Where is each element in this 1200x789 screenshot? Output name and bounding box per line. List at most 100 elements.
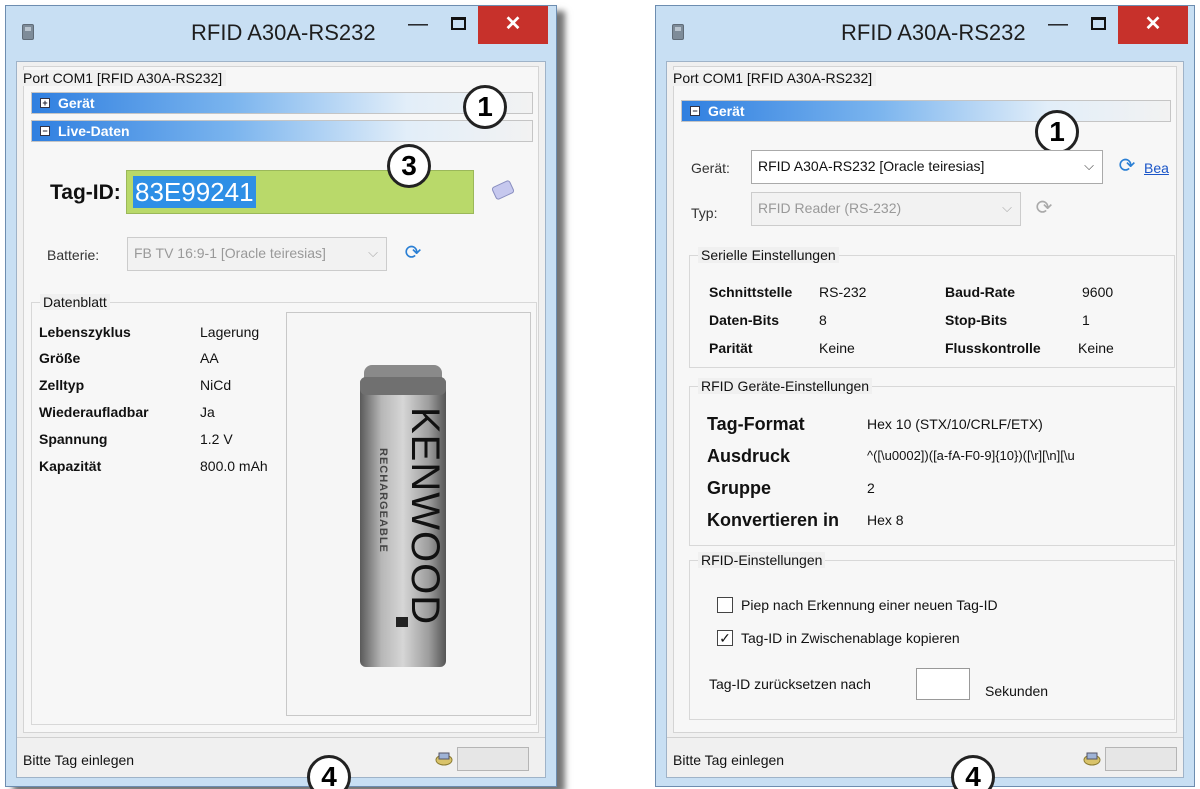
stop-bits-key: Stop-Bits — [945, 312, 1008, 328]
battery-image-panel: KENWOOD RECHARGEABLE — [286, 312, 531, 716]
daten-bits-key: Daten-Bits — [709, 312, 780, 328]
ausdruck-key: Ausdruck — [707, 446, 791, 466]
maximize-button[interactable] — [441, 6, 475, 44]
baud-rate-key: Baud-Rate — [945, 284, 1016, 300]
collapse-icon[interactable]: − — [690, 106, 700, 116]
datenblatt-key: Zelltyp — [39, 377, 85, 393]
geraet-label: Gerät: — [691, 160, 730, 176]
geraet-select-value: RFID A30A-RS232 [Oracle teiresias] — [758, 158, 985, 174]
flusskontrolle-key: Flusskontrolle — [945, 340, 1041, 356]
ausdruck-value: ^([\u0002])([a-fA-F0-9]{10})([\r][\n][\u — [867, 448, 1075, 463]
stop-bits-value: 1 — [1082, 312, 1090, 328]
callout-1: 1 — [463, 85, 507, 129]
paritaet-key: Parität — [709, 340, 753, 356]
piep-label[interactable]: Piep nach Erkennung einer neuen Tag-ID — [741, 597, 998, 613]
konvertieren-value: Hex 8 — [867, 512, 904, 528]
section-live-daten-label: Live-Daten — [58, 123, 130, 139]
bearbeiten-link[interactable]: Bea — [1144, 160, 1182, 176]
status-bar: Bitte Tag einlegen — [667, 737, 1183, 777]
battery-sub-text: RECHARGEABLE — [377, 448, 389, 553]
section-geraet-label: Gerät — [708, 103, 745, 119]
paritaet-value: Keine — [819, 340, 855, 356]
section-live-daten-header[interactable]: − Live-Daten — [31, 120, 533, 142]
datenblatt-value: 800.0 mAh — [200, 458, 268, 474]
refresh-icon[interactable]: ⟳ — [1033, 197, 1055, 219]
tag-id-value: 83E99241 — [133, 176, 256, 208]
datenblatt-key: Lebenszyklus — [39, 324, 131, 340]
datenblatt-key: Größe — [39, 350, 81, 366]
rfid-window-device: RFID A30A-RS232 — ✕ Port COM1 [RFID A30A… — [655, 5, 1195, 789]
callout-3: 3 — [387, 144, 431, 188]
datenblatt-value: Lagerung — [200, 324, 260, 340]
tag-id-label: Tag-ID: — [50, 181, 121, 204]
sekunden-label: Sekunden — [985, 683, 1049, 699]
batterie-select-value: FB TV 16:9-1 [Oracle teiresias] — [134, 245, 326, 261]
typ-select-value: RFID Reader (RS-232) — [758, 200, 902, 216]
window-client-area: Port COM1 [RFID A30A-RS232] + Gerät − Li… — [16, 61, 546, 789]
close-button[interactable]: ✕ — [1118, 6, 1188, 44]
konvertieren-key: Konvertieren in — [707, 510, 840, 530]
datenblatt-key: Wiederaufladbar — [39, 404, 149, 420]
rfid-einstellungen-legend: RFID-Einstellungen — [698, 552, 826, 568]
daten-bits-value: 8 — [819, 312, 827, 328]
window-title: RFID A30A-RS232 — [191, 20, 376, 45]
window-title: RFID A30A-RS232 — [841, 20, 1026, 45]
title-bar[interactable]: RFID A30A-RS232 — ✕ — [6, 6, 556, 58]
app-icon — [22, 24, 34, 40]
datenblatt-legend: Datenblatt — [40, 294, 110, 310]
piep-checkbox[interactable] — [717, 597, 733, 613]
window-client-area: Port COM1 [RFID A30A-RS232] − Gerät 1 Ge… — [666, 61, 1184, 789]
typ-label: Typ: — [691, 205, 718, 221]
minimize-button[interactable]: — — [401, 6, 435, 44]
progress-bar — [1105, 747, 1177, 771]
datenblatt-key: Kapazität — [39, 458, 102, 474]
batterie-label: Batterie: — [47, 247, 100, 263]
batterie-select[interactable]: FB TV 16:9-1 [Oracle teiresias] ⌵ — [127, 237, 387, 271]
minimize-button[interactable]: — — [1041, 6, 1075, 44]
rfid-window-live: RFID A30A-RS232 — ✕ Port COM1 [RFID A30A… — [5, 5, 557, 789]
collapse-icon[interactable]: − — [40, 126, 50, 136]
progress-bar — [457, 747, 529, 771]
maximize-button[interactable] — [1081, 6, 1115, 44]
schnittstelle-value: RS-232 — [819, 284, 867, 300]
datenblatt-value: Ja — [200, 404, 215, 420]
gruppe-key: Gruppe — [707, 478, 772, 498]
datenblatt-value: NiCd — [200, 377, 232, 393]
title-bar[interactable]: RFID A30A-RS232 — ✕ — [656, 6, 1194, 58]
status-bar: Bitte Tag einlegen — [17, 737, 545, 777]
datenblatt-value: AA — [200, 350, 219, 366]
battery-brand-text: KENWOOD — [403, 407, 447, 625]
chevron-down-icon: ⌵ — [1084, 158, 1094, 173]
datenblatt-value: 1.2 V — [200, 431, 233, 447]
refresh-icon[interactable]: ⟳ — [1116, 155, 1138, 177]
expand-icon[interactable]: + — [40, 98, 50, 108]
chevron-down-icon: ⌵ — [368, 245, 378, 260]
copy-clipboard-checkbox[interactable]: ✓ — [717, 630, 733, 646]
reset-seconds-input[interactable] — [916, 668, 970, 700]
datenblatt-key: Spannung — [39, 431, 108, 447]
app-icon — [672, 24, 684, 40]
reader-status-icon — [1083, 750, 1101, 766]
tag-format-key: Tag-Format — [707, 414, 805, 434]
refresh-icon[interactable]: ⟳ — [402, 242, 424, 264]
serielle-legend: Serielle Einstellungen — [698, 247, 839, 263]
flusskontrolle-value: Keine — [1078, 340, 1114, 356]
rfid-geraete-legend: RFID Geräte-Einstellungen — [698, 378, 873, 394]
reset-label: Tag-ID zurücksetzen nach — [709, 676, 871, 692]
close-button[interactable]: ✕ — [478, 6, 548, 44]
copy-clipboard-label[interactable]: Tag-ID in Zwischenablage kopieren — [741, 630, 960, 646]
port-label: Port COM1 [RFID A30A-RS232] — [673, 70, 877, 86]
status-text: Bitte Tag einlegen — [23, 752, 135, 768]
geraet-select[interactable]: RFID A30A-RS232 [Oracle teiresias] ⌵ — [751, 150, 1103, 184]
reader-status-icon — [435, 750, 453, 766]
chevron-down-icon: ⌵ — [1002, 200, 1012, 215]
gruppe-value: 2 — [867, 480, 875, 496]
baud-rate-value: 9600 — [1082, 284, 1114, 300]
battery-image: KENWOOD RECHARGEABLE — [360, 365, 447, 667]
port-label: Port COM1 [RFID A30A-RS232] — [23, 70, 227, 86]
section-geraet-header[interactable]: + Gerät — [31, 92, 533, 114]
section-geraet-label: Gerät — [58, 95, 95, 111]
section-geraet-header[interactable]: − Gerät — [681, 100, 1171, 122]
status-text: Bitte Tag einlegen — [673, 752, 785, 768]
typ-select[interactable]: RFID Reader (RS-232) ⌵ — [751, 192, 1021, 226]
